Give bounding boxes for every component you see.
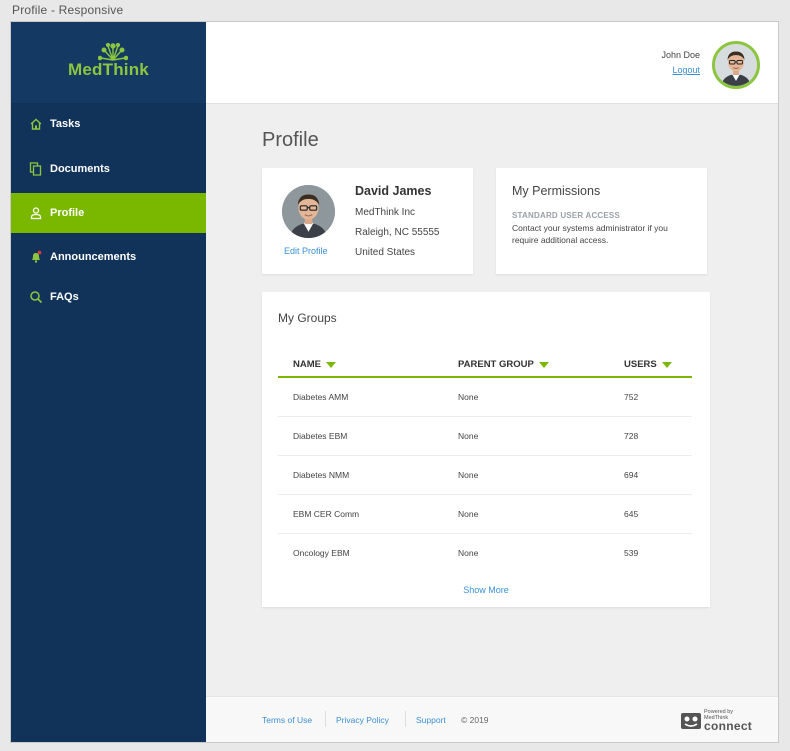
column-label: USERS: [624, 359, 657, 370]
documents-icon: [29, 162, 43, 176]
groups-table: NAME PARENT GROUP USERS Diabetes AMM Non…: [278, 356, 692, 573]
column-label: PARENT GROUP: [458, 359, 534, 370]
main-content: Profile Edit Profile David James MedThin…: [206, 104, 778, 696]
group-parent: None: [458, 509, 479, 519]
footer: Terms of Use Privacy Policy Support © 20…: [206, 696, 778, 742]
logo-mark-icon: [98, 42, 128, 61]
group-parent: None: [458, 431, 479, 441]
table-row[interactable]: Diabetes NMM None 694: [278, 456, 692, 495]
column-header-name[interactable]: NAME: [293, 359, 336, 370]
permissions-title: My Permissions: [512, 184, 601, 198]
permissions-description: Contact your systems administrator if yo…: [512, 223, 668, 245]
sort-down-icon: [661, 361, 672, 368]
group-name: Diabetes NMM: [293, 470, 350, 480]
group-users: 752: [624, 392, 639, 402]
groups-title: My Groups: [278, 311, 337, 325]
top-header: John Doe Logout: [206, 22, 778, 104]
home-icon: [29, 117, 43, 131]
column-header-users[interactable]: USERS: [624, 359, 672, 370]
groups-card: My Groups NAME PARENT GROUP USERS Diabet…: [262, 292, 710, 607]
group-name: Diabetes AMM: [293, 392, 349, 402]
profile-company: MedThink Inc: [355, 207, 416, 218]
app-frame: MedThink Tasks Documents Profile Announc…: [10, 21, 779, 743]
group-parent: None: [458, 470, 479, 480]
table-row[interactable]: Oncology EBM None 539: [278, 534, 692, 573]
group-name: Diabetes EBM: [293, 431, 348, 441]
column-label: NAME: [293, 359, 321, 370]
terms-link[interactable]: Terms of Use: [262, 715, 312, 725]
show-more-link[interactable]: Show More: [262, 585, 710, 595]
group-parent: None: [458, 392, 479, 402]
sidebar-item-label: Tasks: [50, 118, 81, 130]
connect-text: connect: [704, 719, 753, 733]
avatar-photo-icon: [715, 44, 757, 86]
header-avatar[interactable]: [712, 41, 760, 89]
profile-photo-icon: [282, 185, 335, 238]
permissions-card: My Permissions STANDARD USER ACCESS Cont…: [496, 168, 707, 274]
support-link[interactable]: Support: [416, 715, 446, 725]
edit-profile-link[interactable]: Edit Profile: [284, 246, 328, 256]
profile-city: Raleigh, NC 55555: [355, 227, 440, 238]
sidebar-item-label: Documents: [50, 163, 110, 175]
profile-country: United States: [355, 247, 416, 258]
group-users: 645: [624, 509, 639, 519]
table-header: NAME PARENT GROUP USERS: [278, 356, 692, 378]
sidebar-item-tasks[interactable]: Tasks: [11, 103, 206, 145]
table-row[interactable]: EBM CER Comm None 645: [278, 495, 692, 534]
group-parent: None: [458, 548, 479, 558]
powered-by-logo: Powered by MedThink connect: [680, 709, 760, 733]
logo-area: MedThink: [11, 22, 206, 103]
profile-name: David James: [355, 184, 432, 198]
user-icon: [29, 206, 43, 220]
table-row[interactable]: Diabetes AMM None 752: [278, 378, 692, 417]
sidebar-item-label: Announcements: [50, 251, 137, 263]
connect-logo-icon: [681, 713, 701, 729]
sidebar-item-faqs[interactable]: FAQs: [11, 277, 206, 317]
header-user-name: John Doe: [661, 50, 700, 60]
column-header-parent-group[interactable]: PARENT GROUP: [458, 359, 549, 370]
group-users: 539: [624, 548, 639, 558]
group-name: Oncology EBM: [293, 548, 350, 558]
window-title: Profile - Responsive: [12, 3, 124, 17]
sidebar: MedThink Tasks Documents Profile Announc…: [11, 22, 206, 742]
copyright: © 2019: [461, 715, 489, 725]
group-name: EBM CER Comm: [293, 509, 360, 519]
page-title: Profile: [262, 129, 319, 151]
sidebar-item-profile[interactable]: Profile: [11, 193, 206, 233]
profile-card: Edit Profile David James MedThink Inc Ra…: [262, 168, 473, 274]
sidebar-item-announcements[interactable]: Announcements: [11, 237, 206, 277]
sidebar-item-documents[interactable]: Documents: [11, 149, 206, 189]
table-row[interactable]: Diabetes EBM None 728: [278, 417, 692, 456]
sidebar-item-label: Profile: [50, 207, 85, 219]
sort-down-icon: [325, 361, 336, 368]
footer-divider: [405, 711, 406, 727]
group-users: 694: [624, 470, 639, 480]
logout-link[interactable]: Logout: [672, 65, 700, 75]
avatar: [282, 185, 335, 238]
footer-divider: [325, 711, 326, 727]
privacy-link[interactable]: Privacy Policy: [336, 715, 389, 725]
sidebar-item-label: FAQs: [50, 291, 79, 303]
permissions-level: STANDARD USER ACCESS: [512, 211, 621, 220]
search-icon: [29, 290, 43, 304]
group-users: 728: [624, 431, 639, 441]
sort-down-icon: [538, 361, 549, 368]
bell-icon: [29, 250, 43, 264]
